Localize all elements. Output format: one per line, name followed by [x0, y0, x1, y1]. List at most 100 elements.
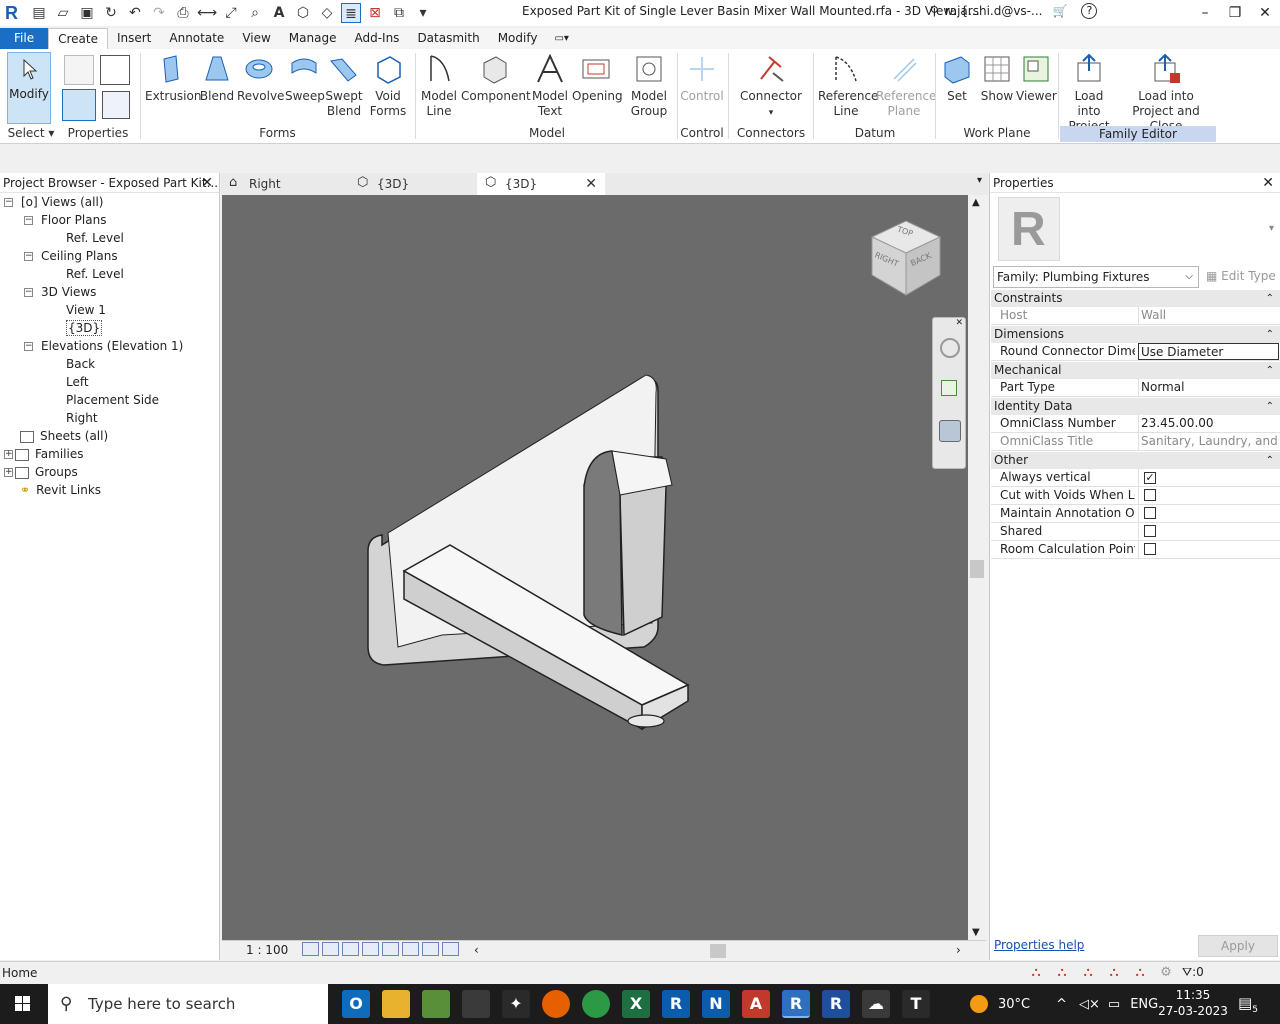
extrusion-button[interactable]: Extrusion — [145, 53, 201, 104]
scroll-down-icon[interactable]: ▼ — [972, 927, 980, 938]
visual-style-icon[interactable] — [322, 942, 339, 956]
shared-checkbox[interactable] — [1144, 525, 1156, 537]
collapse-icon[interactable]: − — [24, 216, 33, 225]
tree-sheets[interactable]: Sheets (all) — [20, 427, 108, 445]
tree-elevations[interactable]: − Elevations (Elevation 1) — [24, 337, 183, 355]
tree-ceiling-ref-level[interactable]: Ref. Level — [66, 265, 124, 283]
apply-button[interactable]: Apply — [1198, 935, 1278, 957]
group-constraints[interactable]: Constraints ⌃ — [991, 290, 1280, 307]
language[interactable]: ENG — [1130, 997, 1158, 1012]
model-line-button[interactable]: Model Line — [419, 53, 459, 119]
view-scale[interactable]: 1 : 100 — [246, 943, 288, 957]
properties-help-link[interactable]: Properties help — [994, 938, 1084, 952]
tab-create[interactable]: Create — [48, 28, 108, 49]
viewcube[interactable]: TOP RIGHT BACK — [868, 217, 944, 297]
revit-viewer-icon[interactable]: R — [822, 990, 850, 1018]
tab-view[interactable]: View — [233, 28, 279, 49]
model-group-button[interactable]: Model Group — [624, 53, 674, 119]
reference-plane-button[interactable]: Reference Plane — [876, 53, 936, 119]
collapse-icon[interactable]: − — [24, 252, 33, 261]
room-calculation-checkbox[interactable] — [1144, 543, 1156, 555]
view-tab-3d-active[interactable]: ⬡ {3D} ✕ — [477, 173, 605, 195]
drag-elements-icon[interactable]: ⛬ — [1132, 965, 1148, 981]
network-icon[interactable]: ▭ — [1108, 997, 1120, 1012]
file-explorer-icon[interactable] — [382, 990, 410, 1018]
autocad-icon[interactable]: A — [742, 990, 770, 1018]
dimension-icon[interactable]: ⤢ — [221, 3, 241, 23]
sun-path-icon[interactable] — [342, 942, 359, 956]
view-tab-right[interactable]: ⌂ Right — [221, 173, 349, 195]
measure-icon[interactable]: ⟷ — [197, 3, 217, 23]
tree-right[interactable]: Right — [66, 409, 98, 427]
tab-insert[interactable]: Insert — [108, 28, 160, 49]
select-underlay-icon[interactable]: ⛬ — [1054, 965, 1070, 981]
expand-icon[interactable]: + — [4, 450, 13, 459]
collapse-icon[interactable]: ⌃ — [1266, 290, 1274, 307]
tree-3d-views[interactable]: −3D Views — [24, 283, 96, 301]
steering-wheel-icon[interactable] — [940, 338, 960, 358]
tree-floor-ref-level[interactable]: Ref. Level — [66, 229, 124, 247]
start-button[interactable] — [0, 984, 46, 1024]
game-icon[interactable]: ✦ — [502, 990, 530, 1018]
chevron-up-icon[interactable]: ^ — [1056, 997, 1067, 1012]
3d-viewport[interactable]: TOP RIGHT BACK ✕ — [222, 195, 968, 940]
connector-button[interactable]: Connector ▾ — [738, 53, 804, 121]
close-icon[interactable]: ✕ — [955, 318, 963, 328]
family-selector[interactable]: Family: Plumbing Fixtures ⌵ — [993, 266, 1199, 288]
temperature[interactable]: 30°C — [998, 997, 1030, 1012]
select-by-face-icon[interactable]: ⛬ — [1106, 965, 1122, 981]
redo-icon[interactable]: ↷ — [149, 3, 169, 23]
ribbon-options-icon[interactable]: ▭▾ — [546, 28, 576, 49]
scroll-left-icon[interactable]: ‹ — [474, 943, 479, 957]
sweep-button[interactable]: Sweep — [285, 53, 325, 104]
scroll-thumb[interactable] — [970, 560, 984, 578]
collapse-icon[interactable]: ⌃ — [1266, 452, 1274, 469]
tree-placement-side[interactable]: Placement Side — [66, 391, 159, 409]
tree-3d[interactable]: {3D} — [66, 319, 103, 337]
tree-ceiling-plans[interactable]: − Ceiling Plans — [24, 247, 118, 265]
revit-logo[interactable]: R — [5, 4, 23, 22]
component-button[interactable]: Component — [461, 53, 531, 104]
typing-icon[interactable]: T — [902, 990, 930, 1018]
cut-with-voids-checkbox[interactable] — [1144, 489, 1156, 501]
tab-file[interactable]: File — [0, 28, 49, 49]
background-process-icon[interactable]: ⚙ — [1158, 965, 1174, 981]
undo-icon[interactable]: ↶ — [125, 3, 145, 23]
close-icon[interactable]: ✕ — [201, 173, 213, 193]
revit-icon[interactable]: R — [662, 990, 690, 1018]
expand-icon[interactable]: + — [4, 468, 13, 477]
tab-add-ins[interactable]: Add-Ins — [345, 28, 408, 49]
home-icon[interactable]: ▤ — [29, 3, 49, 23]
reference-line-button[interactable]: Reference Line — [818, 53, 878, 119]
render-icon[interactable] — [382, 942, 399, 956]
vertical-scrollbar[interactable]: ▲ ▼ — [968, 195, 986, 940]
load-into-project-and-close-button[interactable]: Load into Project and Close — [1118, 53, 1214, 134]
parameters-icon[interactable] — [102, 91, 130, 119]
set-button[interactable]: Set — [940, 53, 974, 104]
sync-icon[interactable]: ↻ — [101, 3, 121, 23]
horizontal-scroll-thumb[interactable] — [710, 944, 726, 958]
thin-lines-icon[interactable]: ≣ — [341, 3, 361, 23]
collapse-icon[interactable]: − — [24, 288, 33, 297]
scroll-up-icon[interactable]: ▲ — [972, 197, 980, 208]
collapse-icon[interactable]: ⌃ — [1266, 362, 1274, 379]
tree-groups[interactable]: + Groups — [4, 463, 78, 481]
tab-annotate[interactable]: Annotate — [160, 28, 233, 49]
orbit-icon[interactable] — [939, 420, 961, 442]
zoom-icon[interactable] — [941, 380, 957, 396]
notepad-icon[interactable] — [422, 990, 450, 1018]
tag-icon[interactable]: ⌕ — [245, 3, 265, 23]
select-panel-label[interactable]: Select ▾ — [6, 126, 56, 140]
filter-count[interactable]: ⛛:0 — [1182, 965, 1204, 980]
prop-round-connector[interactable]: Round Connector Dime...Use Diameter — [991, 343, 1280, 361]
select-links-icon[interactable]: ⛬ — [1028, 965, 1044, 981]
reveal-hidden-icon[interactable] — [442, 942, 459, 956]
tab-datasmith[interactable]: Datasmith — [408, 28, 488, 49]
print-icon[interactable]: ⎙ — [173, 3, 193, 23]
always-vertical-checkbox[interactable]: ✓ — [1144, 472, 1156, 484]
switch-windows-icon[interactable]: ⧉ — [389, 3, 409, 23]
type-selector-arrow-icon[interactable]: ▾ — [1269, 223, 1274, 234]
minimize-icon[interactable]: – — [1190, 0, 1220, 26]
navisworks-icon[interactable]: N — [702, 990, 730, 1018]
firefox-icon[interactable] — [542, 990, 570, 1018]
